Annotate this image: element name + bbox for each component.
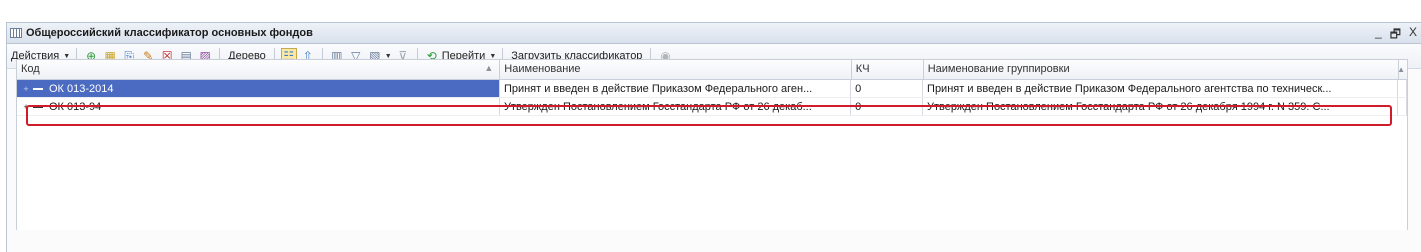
classifier-table: Код ▲ Наименование КЧ Наименование групп… xyxy=(16,59,1408,230)
code-cell: + ОК 013-2014 xyxy=(17,80,500,97)
window-title: Общероссийский классификатор основных фо… xyxy=(26,27,313,39)
element-icon xyxy=(33,105,43,108)
code-cell: + ОК 013-94 xyxy=(17,98,500,115)
close-button[interactable]: X xyxy=(1409,25,1417,46)
column-header-name[interactable]: Наименование xyxy=(500,60,852,79)
title-bar: Общероссийский классификатор основных фо… xyxy=(7,23,1421,44)
element-icon xyxy=(33,87,43,90)
sort-asc-icon: ▲ xyxy=(484,63,494,73)
kch-cell: 0 xyxy=(851,80,924,97)
column-header-code[interactable]: Код ▲ xyxy=(17,60,501,79)
column-header-label: Код xyxy=(21,63,40,75)
code-value: ОК 013-2014 xyxy=(49,82,114,95)
window-controls: _ 🗗 X xyxy=(1375,25,1417,46)
column-header-kch[interactable]: КЧ xyxy=(852,60,924,79)
expand-icon[interactable]: + xyxy=(21,102,31,112)
code-value: ОК 013-94 xyxy=(49,100,102,113)
restore-button[interactable]: 🗗 xyxy=(1390,25,1401,46)
scroll-up-icon[interactable]: ▲ xyxy=(1399,65,1405,74)
group-name-cell: Утвержден Постановлением Госстандарта РФ… xyxy=(923,98,1398,115)
kch-cell: 0 xyxy=(851,98,924,115)
filler-cell xyxy=(1398,98,1407,115)
column-header-group-name[interactable]: Наименование группировки xyxy=(924,60,1399,79)
minimize-button[interactable]: _ xyxy=(1375,25,1382,46)
form-icon xyxy=(10,28,22,38)
table-row[interactable]: + ОК 013-94 Утвержден Постановлением Гос… xyxy=(17,98,1407,116)
column-header-filler: ▲ xyxy=(1399,60,1407,79)
table-header: Код ▲ Наименование КЧ Наименование групп… xyxy=(17,60,1407,80)
name-cell: Принят и введен в действие Приказом Феде… xyxy=(500,80,852,97)
table-row[interactable]: + ОК 013-2014 Принят и введен в действие… xyxy=(17,80,1407,98)
filler-cell xyxy=(1398,80,1407,97)
expand-icon[interactable]: + xyxy=(21,84,31,94)
name-cell: Утвержден Постановлением Госстандарта РФ… xyxy=(500,98,852,115)
group-name-cell: Принят и введен в действие Приказом Феде… xyxy=(923,80,1398,97)
